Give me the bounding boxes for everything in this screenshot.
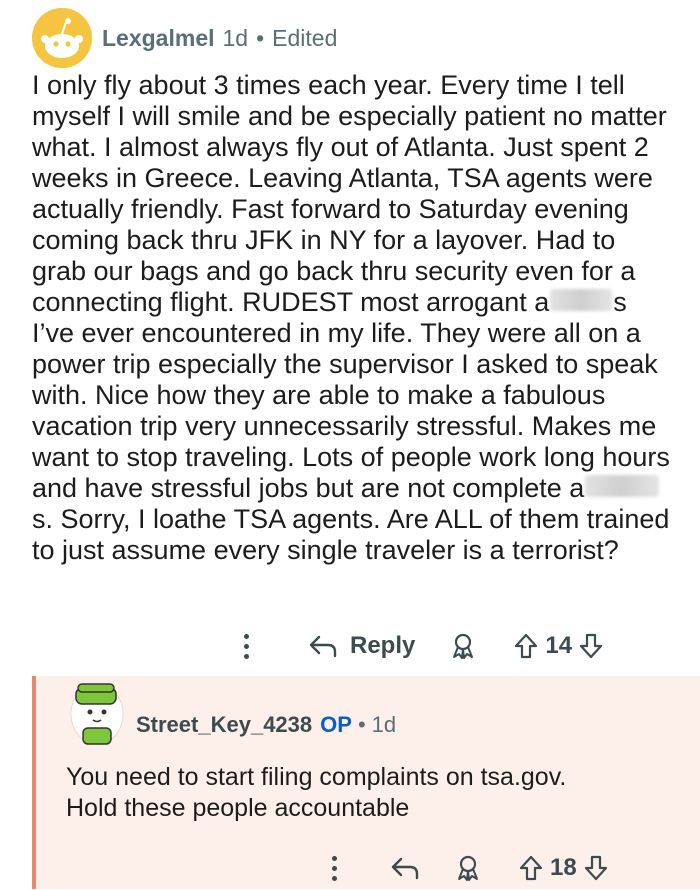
reply-body-line1: You need to start filing complaints on t…: [66, 763, 567, 791]
comment-body-part1: I only fly about 3 times each year. Ever…: [32, 70, 675, 317]
comment-body-part3: s. Sorry, I loathe TSA agents. Are ALL o…: [32, 504, 677, 565]
award-icon[interactable]: [449, 632, 477, 660]
vote-count: 18: [550, 854, 577, 881]
comment-author[interactable]: Lexgalmel: [102, 25, 215, 52]
vote-count: 14: [545, 632, 573, 659]
user-avatar-icon[interactable]: [66, 678, 128, 750]
edited-label: Edited: [272, 24, 338, 51]
top-comment: Lexgalmel 1d • Edited I only fly about 3…: [0, 0, 700, 668]
reply-actions: 18: [320, 846, 609, 890]
reply-button[interactable]: [390, 856, 420, 880]
snoo-avatar-icon[interactable]: [32, 8, 92, 68]
censored-word-blur: [585, 475, 660, 497]
reply-arrow-icon: [309, 635, 337, 658]
award-icon[interactable]: [454, 854, 482, 882]
downvote-icon[interactable]: [578, 632, 604, 660]
reply-body-line2: Hold these people accountable: [66, 794, 410, 822]
comment-actions: Reply 14: [232, 624, 604, 668]
comment-body-part2: s I’ve ever encountered in my life. They…: [32, 287, 678, 503]
more-options-icon[interactable]: [232, 633, 260, 659]
upvote-icon[interactable]: [518, 854, 544, 882]
comment-age: 1d: [222, 24, 249, 51]
reply-header: Street_Key_4238 OP • 1d: [136, 712, 396, 738]
censored-word-blur: [550, 289, 613, 311]
vote-controls: 14: [513, 632, 604, 660]
reply-body: You need to start filing complaints on t…: [66, 762, 686, 824]
reply-author[interactable]: Street_Key_4238: [136, 712, 312, 738]
comment-body: I only fly about 3 times each year. Ever…: [32, 70, 672, 566]
meta-separator: •: [357, 712, 366, 737]
reply-label: Reply: [350, 632, 416, 659]
reply-button[interactable]: Reply: [308, 632, 415, 660]
reply-arrow-icon: [391, 857, 419, 880]
comment-header: Lexgalmel 1d • Edited: [102, 24, 337, 52]
op-badge: OP: [320, 712, 352, 737]
meta-separator: •: [256, 24, 265, 51]
more-options-icon[interactable]: [320, 855, 348, 881]
reply-age: 1d: [371, 712, 397, 737]
reply-comment: Street_Key_4238 OP • 1d You need to star…: [32, 676, 700, 889]
downvote-icon[interactable]: [583, 854, 609, 882]
vote-controls: 18: [518, 854, 609, 882]
upvote-icon[interactable]: [513, 632, 539, 660]
